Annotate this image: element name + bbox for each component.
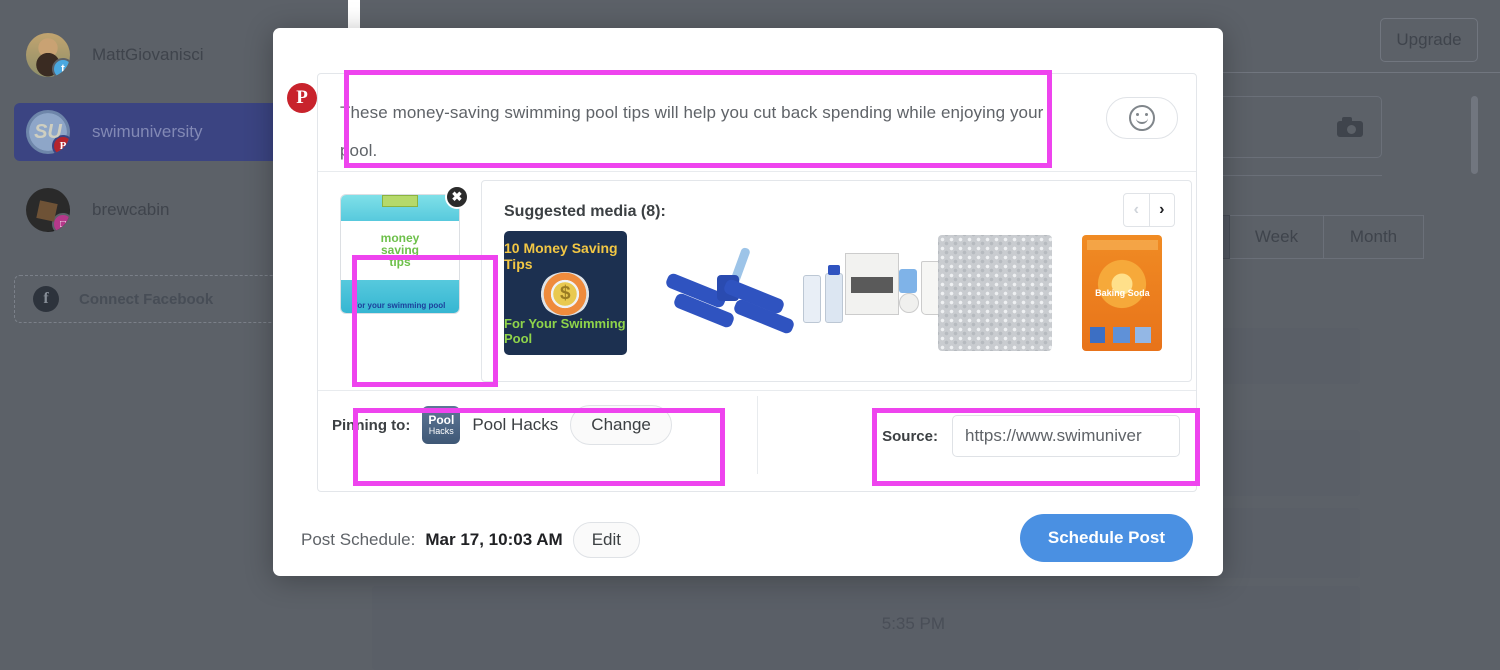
caption-input[interactable]: These money-saving swimming pool tips wi… bbox=[340, 94, 1060, 170]
facebook-icon: f bbox=[33, 286, 59, 312]
twitter-badge-icon: t bbox=[52, 58, 70, 77]
pinning-to-group: Pinning to: Pool Hacks Pool Hacks Change bbox=[332, 405, 672, 445]
tab-week[interactable]: Week bbox=[1230, 215, 1324, 259]
pinning-to-label: Pinning to: bbox=[332, 416, 411, 434]
soda-label: Baking Soda bbox=[1095, 288, 1150, 299]
money-saving-tips-graphic: 10 Money Saving Tips For Your Swimming P… bbox=[504, 231, 627, 355]
avatar: t bbox=[26, 33, 70, 77]
thumb-line-3: tips bbox=[389, 255, 411, 270]
money-icon bbox=[382, 195, 418, 207]
caption-row: These money-saving swimming pool tips wi… bbox=[318, 74, 1196, 171]
modal-body: P These money-saving swimming pool tips … bbox=[287, 73, 1197, 492]
modal-footer: Post Schedule: Mar 17, 10:03 AM Edit Sch… bbox=[273, 492, 1223, 576]
pinterest-logo-icon: P bbox=[287, 83, 317, 113]
post-schedule-value: Mar 17, 10:03 AM bbox=[425, 530, 563, 549]
timeline-time-label: 5:35 PM bbox=[881, 614, 946, 633]
graphic-top-text: 10 Money Saving Tips bbox=[504, 240, 618, 272]
chevron-left-icon[interactable]: ‹ bbox=[1124, 194, 1150, 226]
sidebar-item-label: brewcabin bbox=[92, 200, 170, 219]
board-icon-line-2: Hacks bbox=[428, 426, 454, 436]
pool-vacuum-photo bbox=[643, 231, 796, 355]
tab-month[interactable]: Month bbox=[1324, 215, 1424, 259]
upgrade-button[interactable]: Upgrade bbox=[1380, 18, 1478, 62]
composer-scrollbar[interactable] bbox=[1471, 96, 1478, 174]
selected-media-thumbnail[interactable]: money saving tips for your swimming pool… bbox=[340, 185, 469, 314]
life-ring-icon bbox=[539, 272, 592, 316]
schedule-post-modal: P These money-saving swimming pool tips … bbox=[273, 28, 1223, 576]
edit-schedule-button[interactable]: Edit bbox=[572, 522, 640, 558]
avatar: □ bbox=[26, 188, 70, 232]
camera-icon[interactable] bbox=[1337, 117, 1363, 137]
remove-media-icon[interactable]: ✖ bbox=[445, 185, 469, 209]
post-editor-card: These money-saving swimming pool tips wi… bbox=[317, 73, 1197, 492]
emoji-picker-button[interactable] bbox=[1106, 97, 1178, 139]
divider bbox=[757, 396, 758, 474]
post-schedule-label: Post Schedule: bbox=[301, 530, 416, 549]
change-board-button[interactable]: Change bbox=[570, 405, 672, 445]
suggested-media-title: Suggested media (8): bbox=[504, 203, 666, 220]
avatar: P bbox=[26, 110, 70, 154]
sidebar-item-label: swimuniversity bbox=[92, 122, 203, 141]
smiley-icon bbox=[1129, 105, 1155, 131]
baking-soda-photo: Baking Soda bbox=[1082, 235, 1163, 351]
suggested-media-item-4[interactable] bbox=[920, 231, 1052, 355]
thumb-subtitle: for your swimming pool bbox=[354, 301, 446, 310]
media-pane: money saving tips for your swimming pool… bbox=[318, 172, 1196, 390]
suggested-media-panel: Suggested media (8): ‹ › 10 Money Saving… bbox=[481, 180, 1192, 382]
top-overlay-strip bbox=[360, 0, 1500, 30]
suggested-media-item-3[interactable] bbox=[781, 231, 950, 355]
solar-cover-photo bbox=[937, 235, 1052, 351]
pinterest-badge-icon: P bbox=[52, 135, 70, 154]
suggested-media-pager[interactable]: ‹ › bbox=[1123, 193, 1175, 227]
schedule-post-button[interactable]: Schedule Post bbox=[1019, 514, 1193, 562]
source-group: Source: https://www.swimuniver bbox=[882, 415, 1180, 457]
screen-root: t MattGiovanisci P swimuniversity □ brew… bbox=[0, 0, 1500, 670]
source-input[interactable]: https://www.swimuniver bbox=[952, 415, 1180, 457]
winter-kit-photo bbox=[781, 231, 950, 355]
suggested-media-item-1[interactable]: 10 Money Saving Tips For Your Swimming P… bbox=[504, 231, 627, 355]
board-icon-line-1: Pool bbox=[428, 413, 455, 427]
sidebar-item-label: MattGiovanisci bbox=[92, 45, 204, 64]
board-name: Pool Hacks bbox=[472, 415, 559, 434]
instagram-badge-icon: □ bbox=[52, 213, 70, 232]
timeline-row: 5:35 PM bbox=[372, 586, 1360, 670]
post-schedule-group: Post Schedule: Mar 17, 10:03 AM Edit bbox=[301, 522, 640, 558]
chevron-right-icon[interactable]: › bbox=[1150, 194, 1175, 226]
graphic-bottom-text: For Your Swimming Pool bbox=[504, 316, 626, 346]
suggested-media-item-2[interactable] bbox=[643, 231, 796, 355]
thumbnail-image: money saving tips for your swimming pool bbox=[340, 194, 460, 314]
suggested-media-strip: 10 Money Saving Tips For Your Swimming P… bbox=[504, 231, 1181, 361]
suggested-media-item-5[interactable]: Baking Soda bbox=[1058, 231, 1181, 355]
board-icon: Pool Hacks bbox=[422, 406, 461, 444]
source-label: Source: bbox=[882, 427, 938, 445]
connect-facebook-label: Connect Facebook bbox=[79, 290, 214, 308]
